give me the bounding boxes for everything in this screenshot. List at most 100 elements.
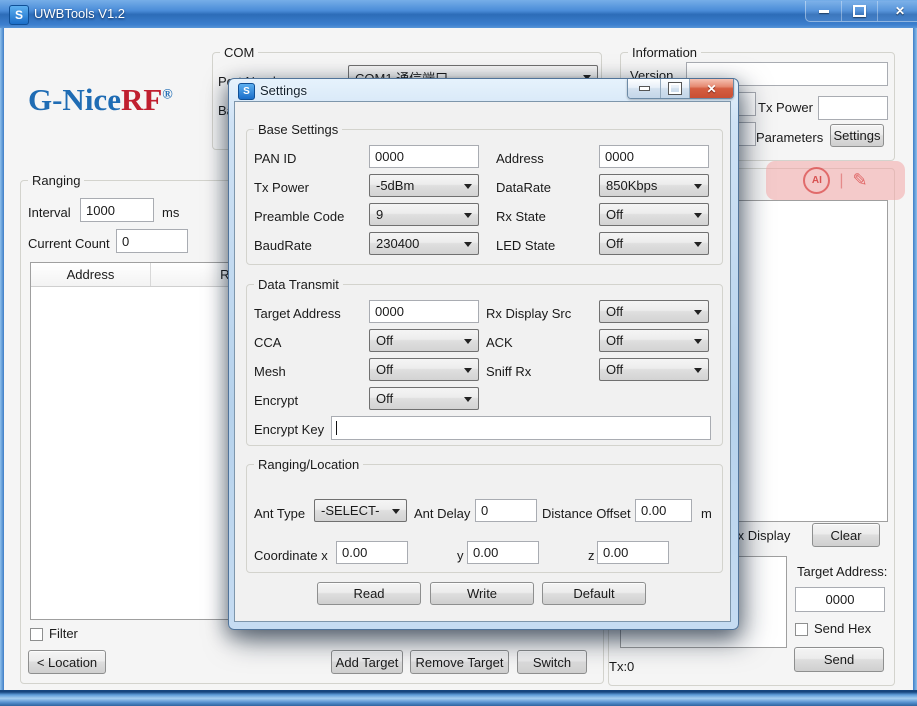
- dialog-titlebar[interactable]: S Settings ✕: [229, 79, 738, 101]
- current-count-field[interactable]: 0: [116, 229, 188, 253]
- chevron-down-icon: [464, 242, 472, 251]
- tx-power-label: Tx Power: [758, 100, 813, 115]
- chevron-down-icon: [464, 339, 472, 348]
- rx-display-src-label: Rx Display Src: [486, 306, 571, 321]
- datarate-value: 850Kbps: [606, 178, 657, 193]
- filter-label: Filter: [49, 626, 78, 641]
- led-state-combo[interactable]: Off: [599, 232, 709, 255]
- information-group-title: Information: [628, 45, 701, 60]
- interval-field[interactable]: 1000: [80, 198, 154, 222]
- encrypt-label: Encrypt: [254, 393, 298, 408]
- sniff-rx-combo[interactable]: Off: [599, 358, 709, 381]
- column-header-address[interactable]: Address: [31, 263, 151, 286]
- address-field[interactable]: 0000: [599, 145, 709, 168]
- mesh-combo[interactable]: Off: [369, 358, 479, 381]
- maximize-button[interactable]: [842, 1, 878, 21]
- clear-button[interactable]: Clear: [812, 523, 880, 547]
- chevron-down-icon: [464, 184, 472, 193]
- minimize-button[interactable]: [806, 1, 842, 21]
- tx-counter: Tx:0: [609, 659, 634, 674]
- chevron-down-icon: [694, 213, 702, 222]
- chevron-down-icon: [464, 213, 472, 222]
- target-address-label: Target Address:: [797, 564, 887, 579]
- logo-text-blue: G-Nice: [28, 82, 121, 117]
- cca-label: CCA: [254, 335, 281, 350]
- logo-text-red: RF: [121, 82, 162, 117]
- default-button[interactable]: Default: [542, 582, 646, 605]
- coordinate-z-field[interactable]: 0.00: [597, 541, 669, 564]
- minimize-icon: [819, 10, 829, 13]
- send-hex-label: Send Hex: [814, 621, 871, 636]
- write-button[interactable]: Write: [430, 582, 534, 605]
- target-address-field[interactable]: 0000: [795, 587, 885, 612]
- preamble-code-combo[interactable]: 9: [369, 203, 479, 226]
- datarate-combo[interactable]: 850Kbps: [599, 174, 709, 197]
- cca-combo[interactable]: Off: [369, 329, 479, 352]
- chevron-down-icon: [392, 509, 400, 518]
- ai-badge-icon: AI: [803, 167, 830, 194]
- ant-delay-label: Ant Delay: [414, 506, 470, 521]
- distance-unit-label: m: [701, 506, 712, 521]
- led-state-value: Off: [606, 236, 623, 251]
- rx-state-label: Rx State: [496, 209, 546, 224]
- pan-id-field[interactable]: 0000: [369, 145, 479, 168]
- parameters-label: Parameters: [756, 130, 823, 145]
- dialog-minimize-button[interactable]: [628, 79, 661, 98]
- tx-power-field[interactable]: [818, 96, 888, 120]
- baudrate-combo[interactable]: 230400: [369, 232, 479, 255]
- dialog-close-button[interactable]: ✕: [690, 79, 733, 98]
- maximize-icon: [853, 5, 866, 17]
- window-frame-bottom: [0, 690, 917, 706]
- ant-type-combo[interactable]: -SELECT-: [314, 499, 407, 522]
- coordinate-x-field[interactable]: 0.00: [336, 541, 408, 564]
- read-button[interactable]: Read: [317, 582, 421, 605]
- distance-offset-field[interactable]: 0.00: [635, 499, 692, 522]
- com-group-title: COM: [220, 45, 258, 60]
- close-button[interactable]: ✕: [878, 1, 917, 21]
- dialog-maximize-button[interactable]: [661, 79, 690, 98]
- dlg-target-address-field[interactable]: 0000: [369, 300, 479, 323]
- encrypt-combo[interactable]: Off: [369, 387, 479, 410]
- send-button[interactable]: Send: [794, 647, 884, 672]
- interval-label: Interval: [28, 205, 71, 220]
- encrypt-key-label: Encrypt Key: [254, 422, 324, 437]
- close-icon: ✕: [706, 82, 716, 96]
- close-icon: ✕: [895, 4, 905, 18]
- tx-power-combo[interactable]: -5dBm: [369, 174, 479, 197]
- settings-button[interactable]: Settings: [830, 124, 884, 147]
- logo-registered-mark: ®: [162, 88, 172, 103]
- datarate-label: DataRate: [496, 180, 551, 195]
- switch-button[interactable]: Switch: [517, 650, 587, 674]
- base-settings-title: Base Settings: [254, 122, 342, 137]
- encrypt-key-field[interactable]: [331, 416, 711, 440]
- remove-target-button[interactable]: Remove Target: [410, 650, 509, 674]
- rx-state-combo[interactable]: Off: [599, 203, 709, 226]
- dialog-caption-buttons: ✕: [627, 79, 734, 99]
- window-title: UWBTools V1.2: [34, 6, 125, 21]
- ranging-location-title: Ranging/Location: [254, 457, 363, 472]
- minimize-icon: [639, 86, 650, 91]
- settings-dialog: S Settings ✕ Base Settings PAN ID 0000 A…: [228, 78, 739, 630]
- ant-delay-field[interactable]: 0: [475, 499, 537, 522]
- coordinate-y-field[interactable]: 0.00: [467, 541, 539, 564]
- ack-combo[interactable]: Off: [599, 329, 709, 352]
- rx-display-src-combo[interactable]: Off: [599, 300, 709, 323]
- dlg-baudrate-label: BaudRate: [254, 238, 312, 253]
- chevron-down-icon: [464, 368, 472, 377]
- send-hex-checkbox[interactable]: [795, 623, 808, 636]
- dialog-title: Settings: [260, 83, 307, 98]
- distance-offset-label: Distance Offset: [542, 506, 631, 521]
- interval-unit-label: ms: [162, 205, 179, 220]
- window-frame-right: [913, 28, 917, 690]
- location-button[interactable]: < Location: [28, 650, 106, 674]
- filter-checkbox[interactable]: [30, 628, 43, 641]
- titlebar[interactable]: S UWBTools V1.2 ✕: [0, 0, 917, 29]
- address-label: Address: [496, 151, 544, 166]
- sniff-rx-label: Sniff Rx: [486, 364, 531, 379]
- app-icon: S: [9, 5, 29, 25]
- chevron-down-icon: [694, 339, 702, 348]
- data-transmit-title: Data Transmit: [254, 277, 343, 292]
- coordinate-z-label: z: [588, 548, 595, 563]
- coordinate-y-label: y: [457, 548, 464, 563]
- add-target-button[interactable]: Add Target: [331, 650, 403, 674]
